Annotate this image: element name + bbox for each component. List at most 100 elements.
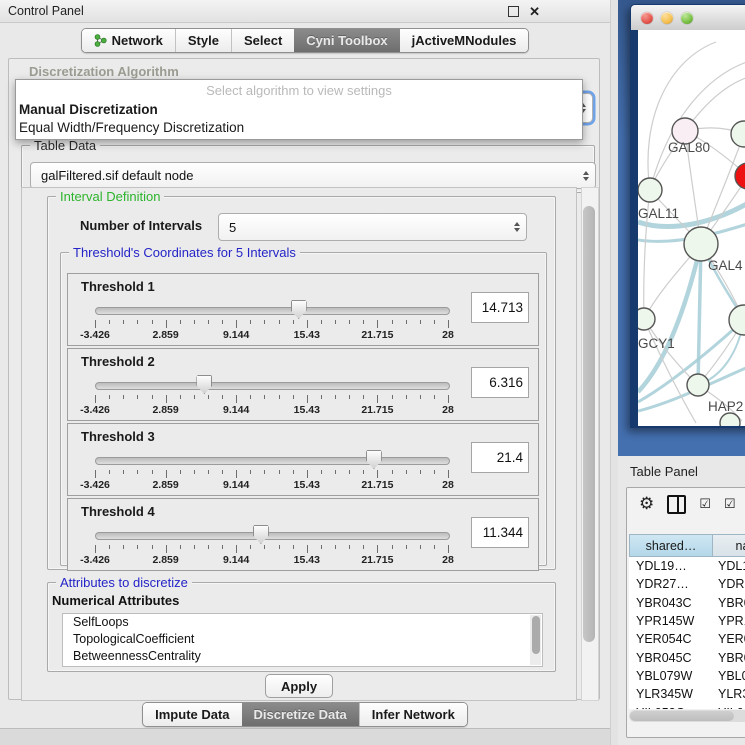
threshold-value-input[interactable] [471,517,529,548]
slider-tick-label: 2.859 [152,479,178,491]
network-canvas[interactable]: GAL80GALCGAL11GAL4GCY1HAHAP2 [638,30,745,426]
table-row[interactable]: YBL079W YBL0 [629,667,745,685]
attributes-group-label: Attributes to discretize [56,575,192,590]
table-row[interactable]: YLR345W YLR3 [629,685,745,703]
tab-jactivemnodules[interactable]: jActiveMNodules [400,29,529,52]
slider-tick-label: 28 [442,479,454,491]
table-row[interactable]: YER054C YER0 [629,630,745,648]
slider-tick-label: 28 [442,329,454,341]
slider-tick-label: 2.859 [152,329,178,341]
combo-stepper-icon [583,171,589,181]
control-panel-titlebar: Control Panel ✕ [0,0,610,23]
close-traffic-light[interactable] [641,12,653,24]
cell-shared-name: YBL079W [629,669,713,683]
tab-impute-data[interactable]: Impute Data [143,703,241,726]
slider-tick-label: 21.715 [361,404,393,416]
attribute-item[interactable]: BetweennessCentrality [63,648,542,665]
algorithm-dropdown-popup: Select algorithm to view settings Manual… [15,79,583,140]
network-node[interactable] [735,163,745,189]
threshold-value-input[interactable] [471,292,529,323]
threshold-slider-thumb[interactable] [366,450,382,469]
tab-label: Network [112,33,163,48]
network-node[interactable] [638,308,655,330]
table-data-combobox[interactable]: galFiltered.sif default node [30,162,596,189]
threshold-slider-thumb[interactable] [196,375,212,394]
network-view-window: GAL80GALCGAL11GAL4GCY1HAHAP2 [630,4,745,428]
apply-button[interactable]: Apply [265,674,333,698]
checkbox-icon[interactable]: ☑ [699,497,711,512]
threshold-slider-thumb[interactable] [291,300,307,319]
cell-name: YER0 [713,632,745,646]
table-row[interactable]: YBR043C YBR0 [629,594,745,612]
cell-shared-name: YLR345W [629,687,713,701]
number-of-intervals-label: Number of Intervals [80,218,202,233]
tab-cyni-toolbox[interactable]: Cyni Toolbox [294,29,399,52]
table-data-selected: galFiltered.sif default node [41,168,193,183]
float-window-icon[interactable] [508,6,519,17]
network-graph: GAL80GALCGAL11GAL4GCY1HAHAP2 [638,30,745,426]
network-node[interactable] [731,121,745,147]
settings-vertical-scrollbar[interactable] [581,187,599,701]
threshold-slider-track[interactable] [95,307,450,315]
cyni-toolbox-panel: Discretization Algorithm Select algorith… [8,58,600,700]
attributes-scrollbar[interactable] [530,615,541,665]
cell-name: YBR0 [713,651,745,665]
slider-tick-label: 9.144 [223,329,249,341]
table-row[interactable]: YIL052C YIL0 [629,703,745,709]
table-toolbar: ⚙ ☑ ☑ [627,488,745,520]
close-icon[interactable]: ✕ [529,7,540,16]
table-row[interactable]: YBR045C YBR0 [629,648,745,666]
zoom-traffic-light[interactable] [681,12,693,24]
tab-network[interactable]: Network [82,29,175,52]
slider-tick-label: -3.426 [80,329,110,341]
gear-icon[interactable]: ⚙ [639,494,654,514]
thresholds-group: Threshold's Coordinates for 5 Intervals … [60,252,547,566]
cell-name: YDL1 [713,559,745,573]
table-horizontal-scrollbar[interactable] [629,710,745,722]
threshold-value-input[interactable] [471,442,529,473]
table-row[interactable]: YDL19… YDL1 [629,557,745,575]
combo-stepper-icon [514,222,520,232]
tab-select[interactable]: Select [231,29,294,52]
tab-style[interactable]: Style [175,29,231,52]
network-edge-thick[interactable] [698,244,701,385]
attribute-item[interactable]: TopologicalCoefficient [63,631,542,648]
algorithm-option-manual[interactable]: Manual Discretization [19,102,158,117]
number-of-intervals-combobox[interactable]: 5 [218,213,527,241]
threshold-slider-track[interactable] [95,457,450,465]
minimize-traffic-light[interactable] [661,12,673,24]
cell-shared-name: YIL052C [629,706,713,709]
network-node-label: GAL11 [638,206,679,221]
slider-tick-label: 21.715 [361,329,393,341]
threshold-label: Threshold 1 [81,279,155,294]
scrollbar-thumb[interactable] [583,206,595,642]
column-header-shared[interactable]: shared… [629,534,713,557]
slider-tick-label: 15.43 [294,404,320,416]
network-node[interactable] [638,178,662,202]
attribute-item[interactable]: SelfLoops [63,614,542,631]
slider-tick-label: 15.43 [294,329,320,341]
checkbox-icon[interactable]: ☑ [724,497,736,512]
cell-shared-name: YER054C [629,632,713,646]
threshold-slider-track[interactable] [95,382,450,390]
threshold-value-input[interactable] [471,367,529,398]
threshold-slider-thumb[interactable] [253,525,269,544]
threshold-slider-track[interactable] [95,532,450,540]
slider-tick-label: 9.144 [223,404,249,416]
network-node[interactable] [684,227,718,261]
numerical-attributes-list[interactable]: SelfLoopsTopologicalCoefficientBetweenne… [62,613,543,667]
network-node[interactable] [687,374,709,396]
column-header-name[interactable]: na [713,534,745,557]
tab-discretize-data[interactable]: Discretize Data [242,703,359,726]
algorithm-option-equal-width[interactable]: Equal Width/Frequency Discretization [19,120,244,135]
settings-viewport: Interval Definition Number of Intervals … [21,187,577,701]
slider-tick-label: -3.426 [80,554,110,566]
threshold-label: Threshold 3 [81,429,155,444]
network-node[interactable] [720,413,740,426]
slider-tick-label: 2.859 [152,554,178,566]
table-row[interactable]: YPR145W YPR1 [629,612,745,630]
columns-icon[interactable] [667,495,686,514]
tab-infer-network[interactable]: Infer Network [359,703,467,726]
table-row[interactable]: YDR27… YDR2 [629,575,745,593]
interval-definition-group: Interval Definition Number of Intervals … [47,196,556,570]
